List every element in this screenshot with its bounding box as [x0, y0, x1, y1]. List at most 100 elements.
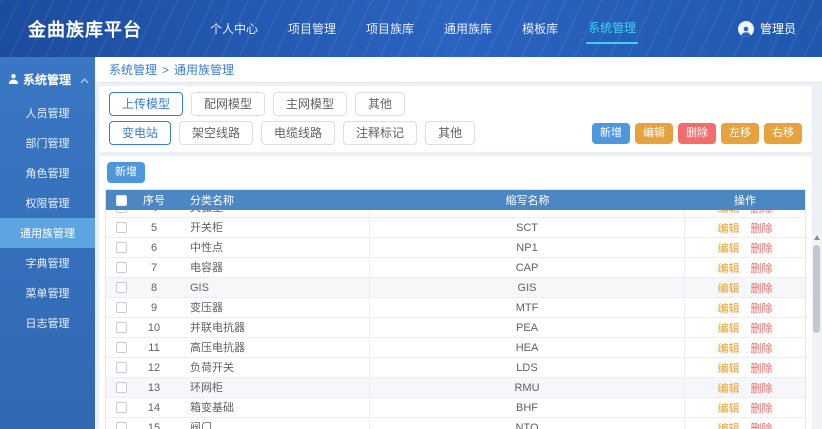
row-index: 15 [147, 421, 161, 429]
row-checkbox[interactable] [115, 222, 127, 233]
row-edit-link[interactable]: 编辑 [717, 283, 739, 295]
sidebar-item[interactable]: 字典管理 [0, 248, 95, 278]
row-ops: 编辑 删除 [685, 400, 805, 416]
type-tab[interactable]: 变电站 [109, 121, 172, 145]
sidebar-group-header[interactable]: 系统管理 [0, 65, 95, 98]
sidebar-item[interactable]: 菜单管理 [0, 278, 95, 308]
row-name: 变压器 [172, 298, 370, 317]
row-delete-link[interactable]: 删除 [751, 323, 773, 335]
sidebar-item[interactable]: 权限管理 [0, 188, 95, 218]
category-tab[interactable]: 上传模型 [109, 92, 184, 116]
main-nav: 个人中心 项目管理 项目族库 通用族库 模板库 系统管理 [208, 13, 639, 44]
nav-item[interactable]: 个人中心 [208, 14, 260, 43]
row-edit-link[interactable]: 编辑 [717, 423, 739, 429]
row-index: 11 [148, 341, 160, 354]
row-delete-link[interactable]: 删除 [751, 223, 773, 235]
row-ops: 编辑 删除 [685, 280, 805, 296]
row-checkbox[interactable] [115, 262, 127, 273]
row-edit-link[interactable]: 编辑 [717, 383, 739, 395]
scrollbar-thumb[interactable] [813, 245, 820, 333]
breadcrumb: 系统管理 > 通用族管理 [95, 57, 822, 83]
row-edit-link[interactable]: 编辑 [717, 343, 739, 355]
row-edit-link[interactable]: 编辑 [717, 303, 739, 315]
nav-item[interactable]: 项目族库 [364, 14, 416, 43]
table-row: 11 高压电抗器 HEA 编辑 删除 [106, 338, 805, 358]
row-ops: 编辑 删除 [685, 420, 805, 429]
row-delete-link[interactable]: 删除 [751, 403, 773, 415]
row-delete-link[interactable]: 删除 [751, 423, 773, 429]
row-name: 环网柜 [172, 378, 370, 397]
row-delete-link[interactable]: 删除 [751, 343, 773, 355]
scroll-up-arrow-icon[interactable] [814, 235, 820, 240]
row-index: 6 [150, 241, 158, 254]
row-index: 8 [150, 281, 158, 294]
row-delete-link[interactable]: 删除 [751, 263, 773, 275]
table-row: 9 变压器 MTF 编辑 删除 [106, 298, 805, 318]
row-checkbox[interactable] [115, 402, 127, 413]
add-button[interactable]: 新增 [592, 122, 630, 144]
row-name: 开关柜 [172, 218, 370, 237]
sidebar-item[interactable]: 通用族管理 [0, 218, 95, 248]
row-ops: 编辑 删除 [685, 300, 805, 316]
row-edit-link[interactable]: 编辑 [717, 210, 739, 215]
row-edit-link[interactable]: 编辑 [717, 403, 739, 415]
row-edit-link[interactable]: 编辑 [717, 223, 739, 235]
row-checkbox[interactable] [115, 242, 127, 253]
sidebar-item[interactable]: 部门管理 [0, 128, 95, 158]
row-delete-link[interactable]: 删除 [751, 210, 773, 215]
sidebar-item[interactable]: 日志管理 [0, 308, 95, 338]
row-delete-link[interactable]: 删除 [751, 383, 773, 395]
select-all-checkbox[interactable] [115, 194, 127, 206]
row-checkbox[interactable] [115, 382, 127, 393]
row-checkbox[interactable] [115, 322, 127, 333]
table-row: 15 阀门 NTO 编辑 删除 [106, 418, 805, 429]
nav-item[interactable]: 模板库 [520, 14, 560, 43]
row-edit-link[interactable]: 编辑 [717, 243, 739, 255]
breadcrumb-section[interactable]: 系统管理 [109, 61, 157, 78]
row-delete-link[interactable]: 删除 [751, 363, 773, 375]
row-checkbox[interactable] [115, 210, 127, 213]
row-checkbox[interactable] [115, 422, 127, 429]
table-row: 4 灭弧室 编辑 删除 [106, 210, 805, 218]
row-name: 电容器 [172, 258, 370, 277]
category-tab[interactable]: 配网模型 [191, 92, 266, 116]
category-tab[interactable]: 主网模型 [273, 92, 348, 116]
type-tab[interactable]: 电缆线路 [261, 121, 336, 145]
nav-item[interactable]: 项目管理 [286, 14, 338, 43]
column-header-name: 分类名称 [190, 195, 234, 207]
table-row: 8 GIS GIS 编辑 删除 [106, 278, 805, 298]
row-edit-link[interactable]: 编辑 [717, 263, 739, 275]
nav-item[interactable]: 系统管理 [586, 13, 639, 44]
row-checkbox[interactable] [115, 362, 127, 373]
move-right-button[interactable]: 右移 [764, 122, 802, 144]
column-header-ops: 操作 [734, 195, 756, 207]
row-code: HEA [370, 338, 685, 357]
row-delete-link[interactable]: 删除 [751, 243, 773, 255]
row-delete-link[interactable]: 删除 [751, 283, 773, 295]
row-checkbox[interactable] [115, 302, 127, 313]
delete-button[interactable]: 删除 [678, 122, 716, 144]
category-tab[interactable]: 其他 [355, 92, 406, 116]
row-delete-link[interactable]: 删除 [751, 303, 773, 315]
table-scrollbar[interactable] [812, 233, 821, 429]
row-checkbox[interactable] [115, 282, 127, 293]
row-ops: 编辑 删除 [685, 240, 805, 256]
move-left-button[interactable]: 左移 [721, 122, 759, 144]
row-checkbox[interactable] [115, 342, 127, 353]
user-menu[interactable]: 管理员 [737, 20, 796, 37]
row-index: 7 [150, 261, 158, 274]
sidebar-item[interactable]: 人员管理 [0, 98, 95, 128]
row-name: 负荷开关 [172, 358, 370, 377]
row-edit-link[interactable]: 编辑 [717, 323, 739, 335]
avatar-icon [737, 20, 754, 37]
row-edit-link[interactable]: 编辑 [717, 363, 739, 375]
type-tab[interactable]: 其他 [425, 121, 476, 145]
nav-item[interactable]: 通用族库 [442, 14, 494, 43]
type-tab[interactable]: 架空线路 [179, 121, 254, 145]
sidebar-item[interactable]: 角色管理 [0, 158, 95, 188]
row-code: SCT [370, 218, 685, 237]
table-row: 12 负荷开关 LDS 编辑 删除 [106, 358, 805, 378]
type-tab[interactable]: 注释标记 [343, 121, 418, 145]
edit-button[interactable]: 编辑 [635, 122, 673, 144]
add-row-button[interactable]: 新增 [107, 162, 145, 183]
